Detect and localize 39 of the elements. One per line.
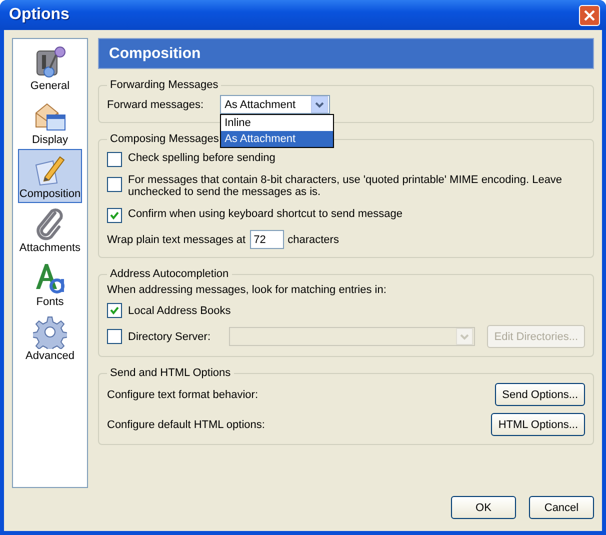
field-suffix: characters — [288, 234, 339, 246]
gear-icon — [33, 314, 67, 348]
option-label: Configure default HTML options: — [107, 418, 265, 430]
option-label: Configure text format behavior: — [107, 388, 258, 400]
group-title: Address Autocompletion — [109, 268, 230, 280]
checkbox-label: Check spelling before sending — [128, 152, 276, 164]
dropdown-option[interactable]: Inline — [220, 115, 333, 131]
close-icon — [584, 10, 595, 20]
sidebar-item[interactable]: General — [18, 41, 82, 95]
field-label: Forward messages: — [107, 98, 204, 110]
dropdown-option[interactable]: As Attachment — [220, 131, 333, 147]
group-title: Forwarding Messages — [109, 79, 220, 91]
checkbox[interactable] — [107, 152, 122, 167]
number-field[interactable]: 72 — [250, 230, 284, 249]
options-button[interactable]: Send Options... — [495, 383, 585, 406]
dialog-button[interactable]: Cancel — [529, 496, 594, 519]
checkbox[interactable] — [107, 177, 122, 192]
checkbox-label: Confirm when using keyboard shortcut to send message — [128, 208, 403, 220]
sidebar-item[interactable]: Fonts — [18, 257, 82, 311]
sidebar-item[interactable]: Composition — [18, 149, 82, 203]
caret-icon — [314, 102, 324, 108]
dialog-button[interactable]: OK — [451, 496, 516, 519]
panel-title: Composition — [98, 38, 594, 69]
checkbox-label: For messages that contain 8-bit characters, use 'quoted printable' MIME encoding. Leave unchecked to send the messages as is. — [128, 174, 564, 198]
sidebar-item[interactable]: Advanced — [18, 311, 82, 365]
sidebar-item[interactable]: Display — [18, 95, 82, 149]
close-button[interactable] — [579, 4, 600, 26]
field-label: Wrap plain text messages at — [107, 234, 246, 246]
checkbox-label: Directory Server: — [128, 330, 211, 342]
checkbox[interactable] — [107, 208, 122, 223]
caret-icon — [460, 334, 469, 340]
options-button[interactable]: HTML Options... — [491, 413, 585, 436]
group-title: Send and HTML Options — [109, 367, 232, 379]
window-title: Options — [9, 6, 70, 24]
sidebar-item[interactable]: Attachments — [18, 203, 82, 257]
prompt-text: When addressing messages, look for matching entries in: — [107, 284, 388, 296]
checkbox-label: Local Address Books — [128, 304, 231, 316]
checkbox[interactable] — [107, 303, 122, 318]
group-title: Composing Messages — [109, 133, 220, 145]
